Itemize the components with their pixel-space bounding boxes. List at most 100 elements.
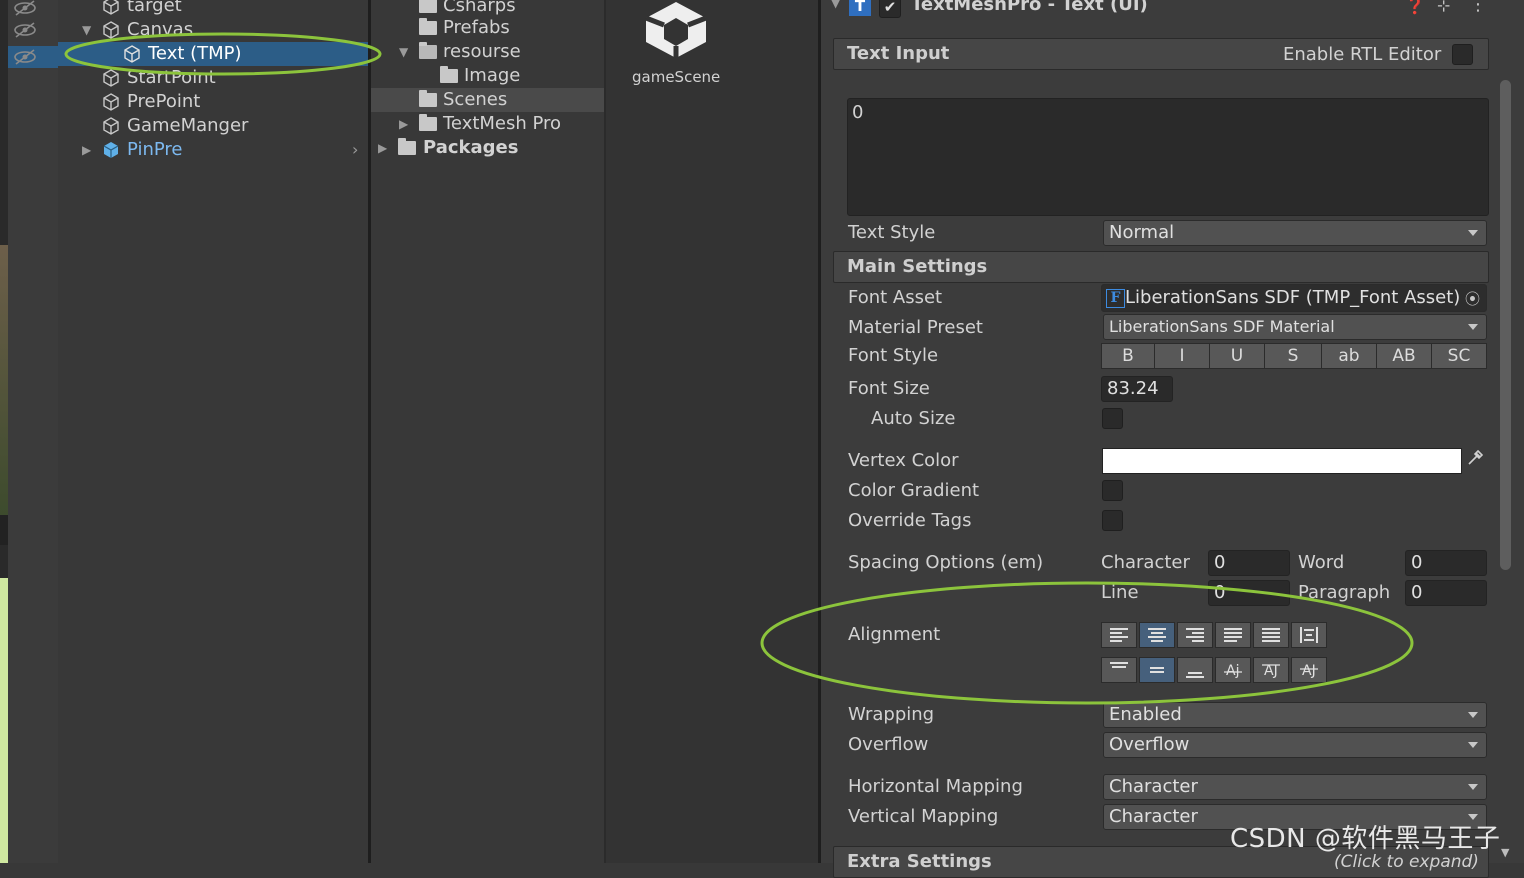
more-options-icon[interactable]: ⋮ — [1469, 0, 1487, 15]
help-icon[interactable]: ❓ — [1405, 0, 1425, 15]
paragraph-spacing-input[interactable]: 0 — [1405, 580, 1487, 606]
word-spacing-input[interactable]: 0 — [1405, 550, 1487, 576]
hierarchy-item-gamemanger[interactable]: GameManger — [58, 114, 368, 138]
component-header[interactable]: ▼ T ✔ TextMeshPro - Text (UI) ❓ ⊹ ⋮ — [821, 0, 1501, 20]
open-folder-icon — [419, 42, 437, 59]
hidden-eye-icon[interactable] — [8, 46, 58, 68]
hierarchy-item-target[interactable]: target — [58, 0, 368, 18]
material-preset-label: Material Preset — [848, 317, 983, 338]
align-middle-icon[interactable] — [1139, 657, 1175, 683]
eyedropper-icon[interactable] — [1466, 449, 1486, 471]
align-top-icon[interactable] — [1101, 657, 1137, 683]
bold-button[interactable]: B — [1101, 343, 1155, 369]
project-folder-scenes[interactable]: Scenes — [371, 88, 604, 112]
chevron-down-icon — [1468, 712, 1478, 718]
hidden-eye-icon[interactable] — [12, 22, 42, 40]
align-justified-icon[interactable] — [1215, 622, 1251, 648]
overflow-dropdown[interactable]: Overflow — [1103, 732, 1487, 758]
hierarchy-item-label: Text (TMP) — [148, 43, 242, 64]
project-folder-prefabs[interactable]: Prefabs — [371, 16, 604, 40]
align-left-icon[interactable] — [1101, 622, 1137, 648]
scene-asset-label: gameScene — [632, 68, 721, 86]
rtl-editor-checkbox[interactable] — [1452, 44, 1473, 65]
uppercase-button[interactable]: AB — [1376, 343, 1432, 369]
scrollbar-thumb[interactable] — [1500, 80, 1511, 570]
align-geometry-center-icon[interactable] — [1291, 622, 1327, 648]
project-folder-resourse[interactable]: ▼ resourse — [371, 40, 604, 64]
project-folder-image[interactable]: Image — [371, 64, 604, 88]
hierarchy-item-pinpre[interactable]: ▶ PinPre › — [58, 138, 368, 162]
hierarchy-item-canvas[interactable]: ▼ Canvas — [58, 18, 368, 42]
object-picker-icon[interactable]: ⦿ — [1465, 288, 1480, 309]
hierarchy-item-label: PrePoint — [127, 91, 201, 112]
gameobject-cube-icon — [103, 117, 119, 135]
component-enabled-checkbox[interactable]: ✔ — [879, 0, 901, 18]
font-size-label: Font Size — [848, 378, 930, 399]
align-bottom-icon[interactable] — [1177, 657, 1213, 683]
text-input-area[interactable]: 0 — [847, 98, 1489, 216]
inspector-scrollbar[interactable] — [1499, 70, 1512, 850]
align-baseline-icon[interactable]: Aj — [1215, 657, 1251, 683]
field-value: 0 — [1214, 582, 1226, 603]
lowercase-button[interactable]: ab — [1321, 343, 1377, 369]
align-right-icon[interactable] — [1177, 622, 1213, 648]
text-input-section-header[interactable]: Text Input Enable RTL Editor — [833, 38, 1489, 70]
align-capline-icon[interactable]: AJ — [1291, 657, 1327, 683]
section-title: Text Input — [847, 43, 950, 64]
character-spacing-input[interactable]: 0 — [1208, 550, 1290, 576]
tmp-component-icon: T — [849, 0, 871, 16]
collapse-arrow-icon[interactable]: ▶ — [82, 138, 91, 162]
hierarchy-item-label: Canvas — [127, 19, 194, 40]
font-size-input[interactable]: 83.24 — [1101, 376, 1173, 402]
line-spacing-input[interactable]: 0 — [1208, 580, 1290, 606]
text-style-dropdown[interactable]: Normal — [1103, 220, 1487, 246]
italic-button[interactable]: I — [1154, 343, 1210, 369]
hierarchy-item-prepoint[interactable]: PrePoint — [58, 90, 368, 114]
font-asset-icon: F — [1106, 289, 1125, 308]
vertex-color-swatch[interactable] — [1102, 448, 1462, 474]
text-input-value: 0 — [852, 102, 864, 123]
folder-icon — [419, 0, 437, 13]
hierarchy-item-text-tmp[interactable]: Text (TMP) — [58, 42, 368, 66]
horizontal-mapping-label: Horizontal Mapping — [848, 776, 1023, 797]
expand-arrow-icon[interactable]: ▼ — [399, 40, 408, 64]
override-tags-checkbox[interactable] — [1102, 510, 1123, 531]
hierarchy-item-label: StartPoint — [127, 67, 216, 88]
hierarchy-item-startpoint[interactable]: StartPoint — [58, 66, 368, 90]
align-midline-icon[interactable]: AJ — [1253, 657, 1289, 683]
scene-asset-tile[interactable] — [636, 0, 716, 70]
collapse-arrow-icon[interactable]: ▶ — [399, 112, 408, 136]
main-settings-section-header[interactable]: Main Settings — [833, 251, 1489, 283]
scene-edge-strip — [0, 0, 8, 863]
wrapping-dropdown[interactable]: Enabled — [1103, 702, 1487, 728]
collapse-arrow-icon[interactable]: ▶ — [378, 136, 387, 160]
collapse-arrow-icon[interactable]: ▼ — [831, 0, 840, 10]
folder-label: Image — [464, 65, 521, 86]
color-gradient-checkbox[interactable] — [1102, 480, 1123, 501]
dropdown-value: Overflow — [1109, 734, 1190, 755]
align-center-icon[interactable] — [1139, 622, 1175, 648]
folder-icon — [419, 114, 437, 131]
expand-arrow-icon[interactable]: ▼ — [82, 18, 91, 42]
smallcaps-button[interactable]: SC — [1431, 343, 1487, 369]
project-folder-textmesh-pro[interactable]: ▶ TextMesh Pro — [371, 112, 604, 136]
chevron-right-icon[interactable]: › — [352, 138, 358, 162]
scroll-down-arrow-icon[interactable]: ▼ — [1501, 846, 1509, 859]
strikethrough-button[interactable]: S — [1264, 343, 1322, 369]
underline-button[interactable]: U — [1209, 343, 1265, 369]
field-value: 83.24 — [1107, 378, 1159, 399]
dropdown-value: Character — [1109, 806, 1198, 827]
line-spacing-label: Line — [1101, 582, 1139, 603]
folder-icon — [440, 66, 458, 83]
horizontal-alignment-buttons — [1101, 622, 1329, 648]
material-preset-dropdown[interactable]: LiberationSans SDF Material — [1103, 314, 1487, 340]
folder-label: TextMesh Pro — [443, 113, 562, 134]
presets-icon[interactable]: ⊹ — [1437, 0, 1450, 15]
align-flush-icon[interactable] — [1253, 622, 1289, 648]
hidden-eye-icon[interactable] — [12, 0, 42, 18]
font-asset-field[interactable]: F LiberationSans SDF (TMP_Font Asset) ⦿ — [1101, 284, 1487, 312]
project-folder-packages[interactable]: ▶ Packages — [371, 136, 604, 160]
horizontal-mapping-dropdown[interactable]: Character — [1103, 774, 1487, 800]
auto-size-checkbox[interactable] — [1102, 408, 1123, 429]
paragraph-spacing-label: Paragraph — [1298, 582, 1391, 603]
